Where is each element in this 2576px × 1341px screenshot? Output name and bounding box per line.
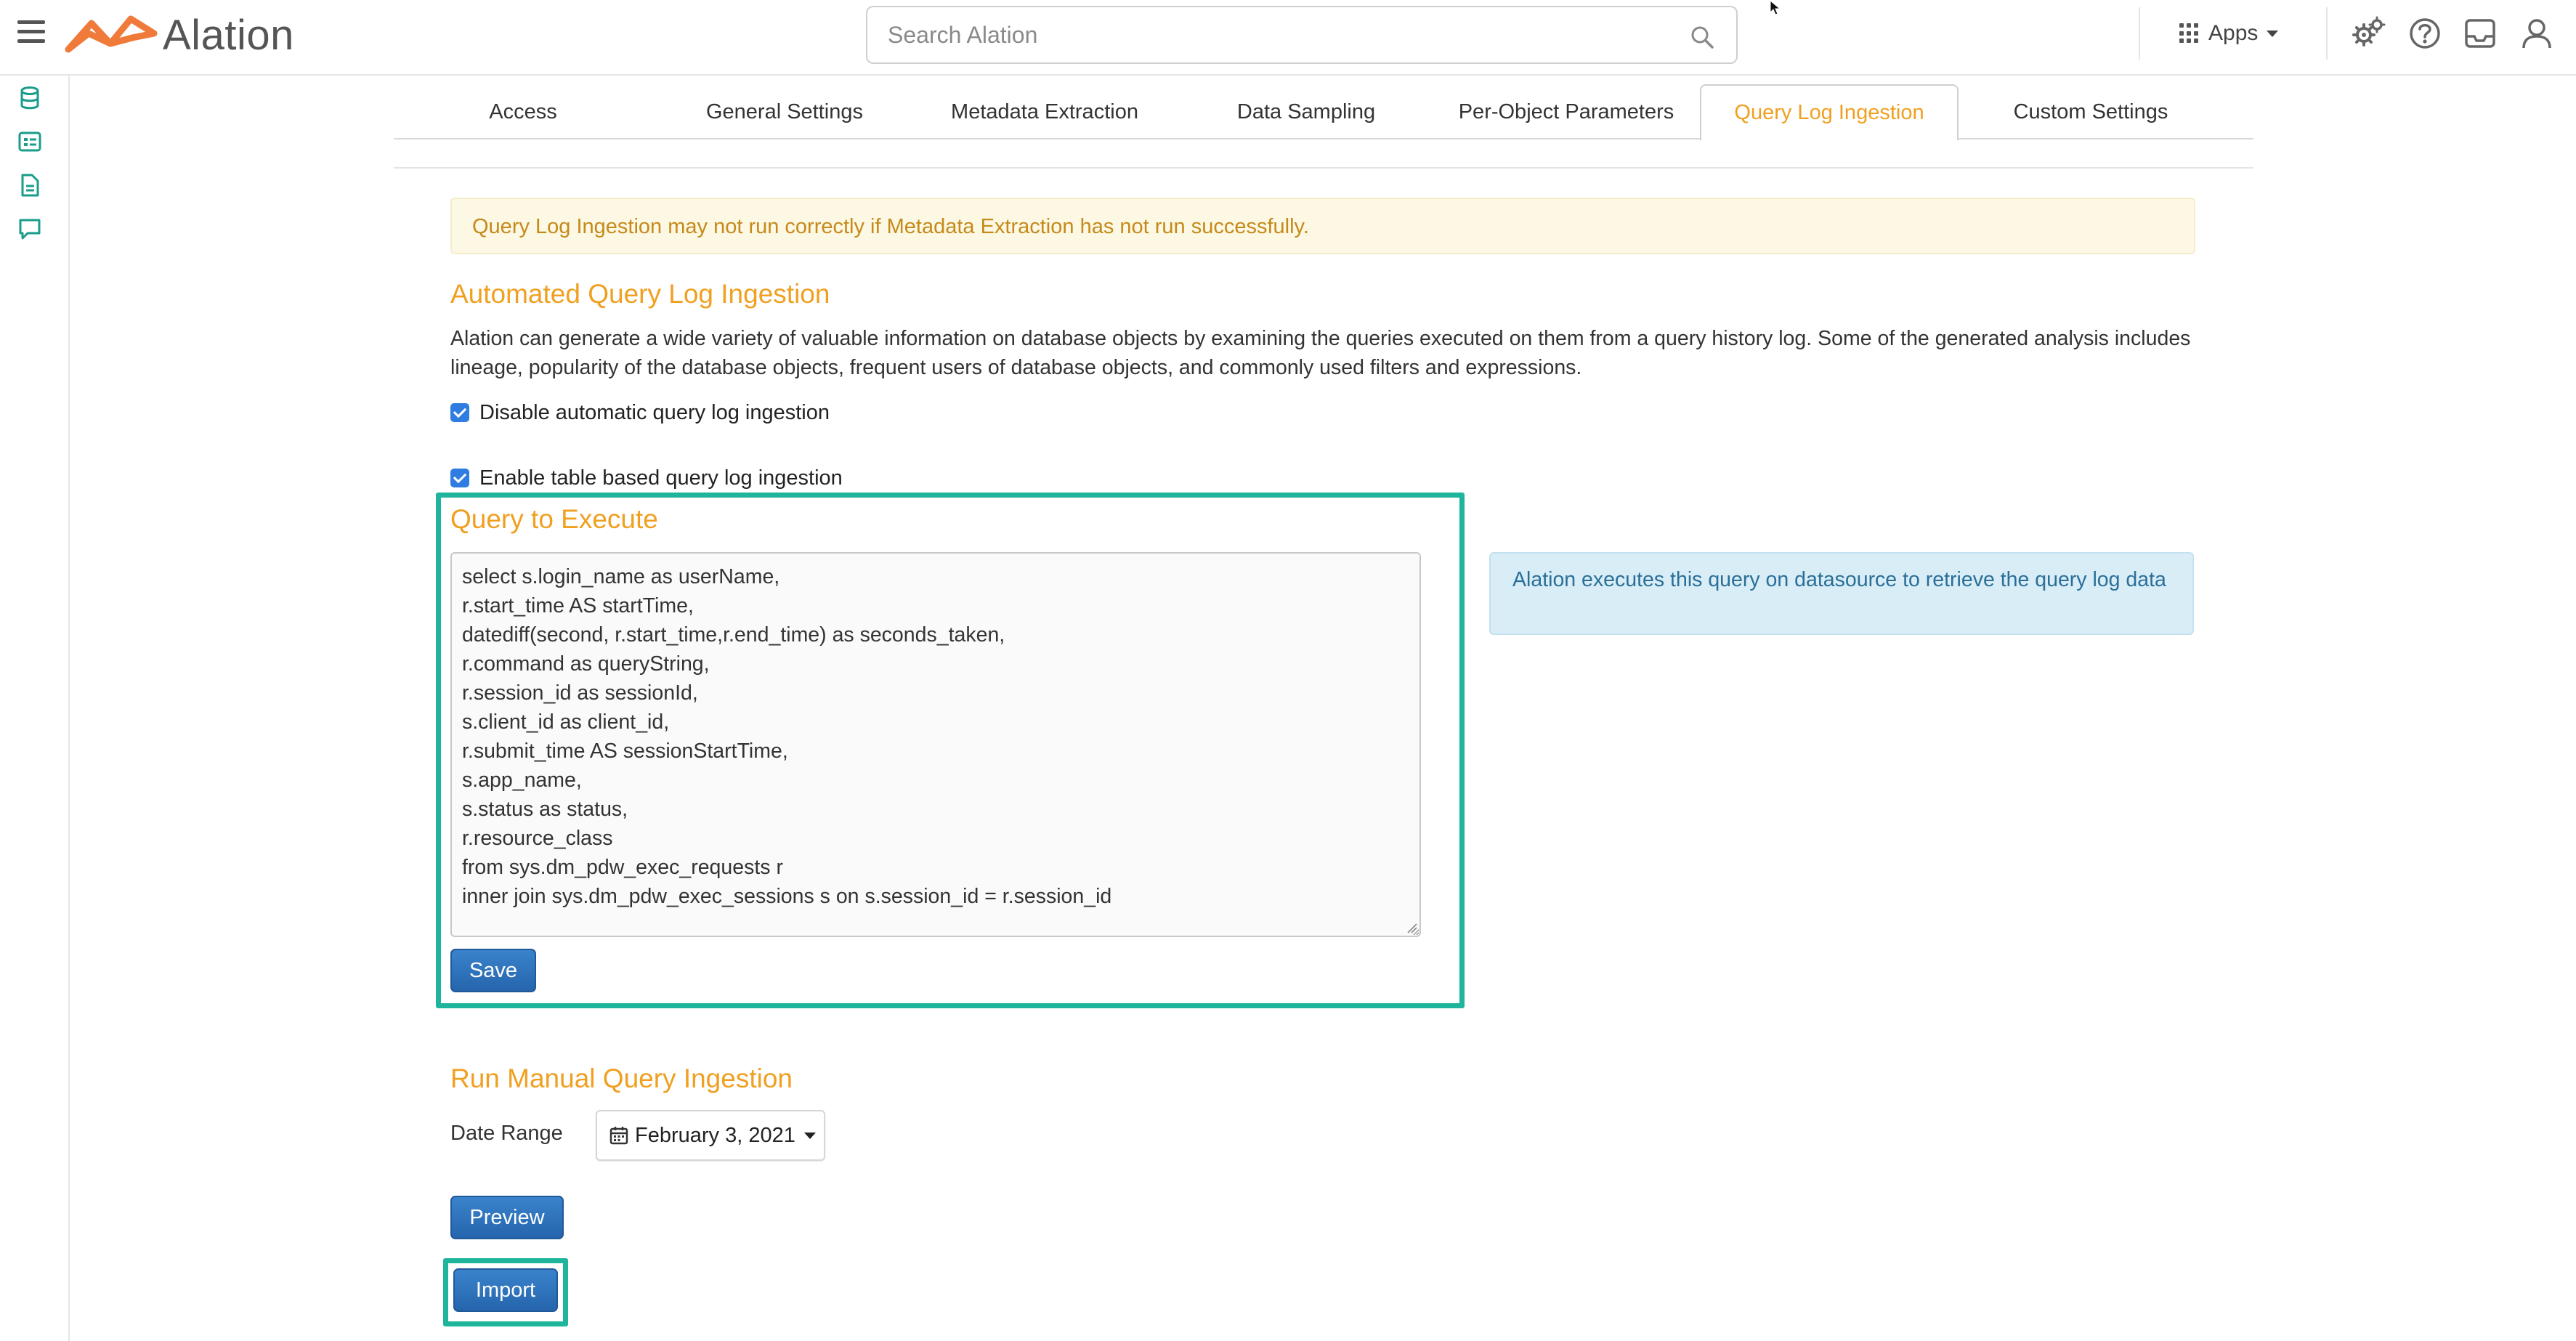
disable-automatic-ingestion-checkbox[interactable]: Disable automatic query log ingestion xyxy=(450,398,830,427)
tab-per-object-parameters[interactable]: Per-Object Parameters xyxy=(1437,84,1696,139)
divider xyxy=(394,167,2253,169)
database-icon[interactable] xyxy=(17,86,42,110)
checkbox-label: Enable table based query log ingestion xyxy=(479,466,843,490)
date-range-label: Date Range xyxy=(450,1122,563,1145)
checkbox-checked-icon[interactable] xyxy=(450,469,469,487)
tab-general-settings[interactable]: General Settings xyxy=(655,84,914,139)
inbox-icon[interactable] xyxy=(2463,16,2498,51)
settings-tabs: Access General Settings Metadata Extract… xyxy=(394,84,2253,141)
document-icon[interactable] xyxy=(17,173,42,198)
date-range-dropdown[interactable]: February 3, 2021 xyxy=(596,1110,825,1161)
catalog-icon[interactable] xyxy=(17,129,42,154)
left-sidebar xyxy=(0,76,70,1341)
alation-logo[interactable]: Alation xyxy=(64,9,294,61)
tab-access[interactable]: Access xyxy=(394,84,652,139)
chevron-down-icon xyxy=(2267,30,2279,37)
help-icon[interactable] xyxy=(2407,16,2442,51)
conversation-icon[interactable] xyxy=(17,216,42,241)
tab-query-log-ingestion[interactable]: Query Log Ingestion xyxy=(1700,84,1959,141)
search-box[interactable] xyxy=(866,6,1738,64)
apps-menu-button[interactable]: Apps xyxy=(2179,17,2279,49)
divider xyxy=(2139,7,2140,60)
user-icon[interactable] xyxy=(2519,16,2554,51)
query-section-title: Query to Execute xyxy=(450,504,658,534)
manual-section-title: Run Manual Query Ingestion xyxy=(450,1064,793,1093)
search-icon[interactable] xyxy=(1690,25,1714,49)
chevron-down-icon xyxy=(803,1132,816,1139)
search-input[interactable] xyxy=(888,7,1658,62)
resize-handle-icon[interactable] xyxy=(1406,923,1418,934)
settings-gears-icon[interactable] xyxy=(2351,16,2386,51)
checkbox-checked-icon[interactable] xyxy=(450,403,469,422)
query-info-alert: Alation executes this query on datasourc… xyxy=(1489,552,2194,635)
automated-section-title: Automated Query Log Ingestion xyxy=(450,279,830,309)
checkbox-label: Disable automatic query log ingestion xyxy=(479,400,830,424)
menu-icon[interactable] xyxy=(17,20,45,45)
calendar-icon xyxy=(609,1127,628,1145)
apps-label: Apps xyxy=(2208,21,2259,45)
mouse-cursor-icon xyxy=(1770,0,1781,15)
enable-table-based-ingestion-checkbox[interactable]: Enable table based query log ingestion xyxy=(450,463,843,493)
date-value: February 3, 2021 xyxy=(635,1123,795,1147)
automated-description: Alation can generate a wide variety of v… xyxy=(450,327,2191,379)
apps-grid-icon xyxy=(2179,23,2200,44)
alation-logo-icon xyxy=(65,15,158,53)
tab-custom-settings[interactable]: Custom Settings xyxy=(1961,84,2220,139)
preview-button[interactable]: Preview xyxy=(450,1196,564,1239)
top-bar: Alation Apps xyxy=(0,0,2576,76)
import-button[interactable]: Import xyxy=(453,1268,558,1312)
warning-alert: Query Log Ingestion may not run correctl… xyxy=(450,198,2195,254)
logo-text: Alation xyxy=(163,11,294,59)
divider xyxy=(2326,7,2328,60)
save-button[interactable]: Save xyxy=(450,949,536,992)
tab-metadata-extraction[interactable]: Metadata Extraction xyxy=(915,84,1174,139)
tab-data-sampling[interactable]: Data Sampling xyxy=(1177,84,1435,139)
query-textarea[interactable]: select s.login_name as userName, r.start… xyxy=(450,552,1421,937)
